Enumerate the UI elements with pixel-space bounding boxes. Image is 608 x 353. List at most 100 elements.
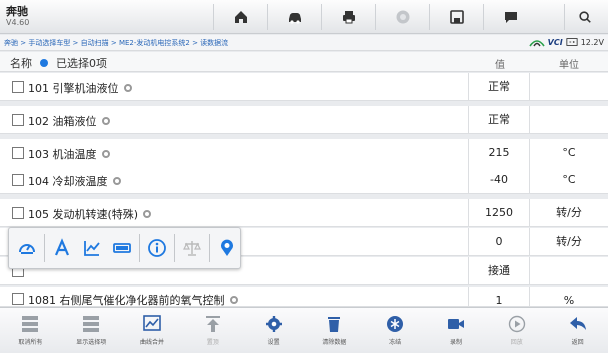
message-button[interactable] (483, 4, 537, 30)
row-name: 102 油箱液位 (28, 115, 97, 128)
grid-icon (22, 316, 39, 332)
vehicle-button[interactable] (267, 4, 321, 30)
gear-icon[interactable] (101, 117, 110, 125)
printer-icon (342, 11, 355, 24)
gear-icon[interactable] (123, 84, 132, 92)
gear-icon[interactable] (143, 210, 152, 218)
table-row[interactable]: 1081 右侧尾气催化净化器前的氧气控制 1 % (0, 287, 608, 307)
select-all-toggle[interactable] (40, 59, 48, 67)
text-mode-button[interactable] (49, 233, 75, 263)
scale-icon (183, 241, 202, 256)
help-icon (396, 10, 409, 24)
row-name: 103 机油温度 (28, 148, 97, 161)
show-selected-button[interactable]: 显示选择项 (61, 308, 122, 353)
battery-voltage: 12.2V (580, 37, 604, 47)
settings-icon (265, 316, 282, 332)
table-row[interactable]: 105 发动机转速(特殊) 1250 转/分 (0, 199, 608, 227)
save-button[interactable] (429, 4, 483, 30)
vci-connection-icon (529, 40, 545, 47)
row-unit: 转/分 (556, 235, 582, 248)
merge-chart-icon (143, 315, 161, 331)
row-value: -40 (468, 166, 530, 194)
pin-top-button[interactable]: 置顶 (182, 308, 243, 353)
search-button[interactable] (564, 4, 604, 30)
cancel-all-button[interactable]: 取消所有 (0, 308, 61, 353)
row-checkbox[interactable] (12, 81, 24, 93)
clear-data-button[interactable]: 清除数据 (304, 308, 365, 353)
row-checkbox[interactable] (12, 293, 24, 305)
print-button[interactable] (321, 4, 375, 30)
info-icon (148, 239, 166, 257)
gear-icon[interactable] (101, 150, 110, 158)
line-graph-icon (84, 241, 100, 256)
row-checkbox[interactable] (12, 147, 24, 159)
table-row[interactable]: 101 引擎机油液位 正常 (0, 73, 608, 101)
info-button[interactable] (144, 233, 170, 263)
vci-label: VCI (547, 37, 563, 47)
row-name: 1081 右侧尾气催化净化器前的氧气控制 (28, 294, 225, 307)
gear-icon[interactable] (229, 296, 238, 304)
row-name: 104 冷却液温度 (28, 175, 108, 188)
help-button[interactable] (375, 4, 429, 30)
app-version: V4.60 (6, 18, 30, 27)
breadcrumb[interactable]: 奔驰 > 手动选择车型 > 自动扫描 > ME2-发动机电控系统2 > 读数据流 (4, 38, 228, 48)
row-value: 1250 (468, 199, 530, 227)
row-value: 正常 (468, 73, 530, 101)
grid-icon (83, 316, 100, 332)
home-button[interactable] (213, 4, 267, 30)
top-toolbar: 奔驰 V4.60 (0, 0, 608, 34)
gauge-icon (19, 244, 36, 254)
row-checkbox[interactable] (12, 114, 24, 126)
save-icon (449, 10, 464, 24)
pin-top-icon (205, 316, 220, 332)
row-checkbox[interactable] (12, 174, 24, 186)
row-value: 1 (468, 287, 530, 307)
row-name: 101 引擎机油液位 (28, 82, 119, 95)
row-value: 0 (468, 228, 530, 256)
car-icon (288, 13, 301, 24)
bar-mode-button[interactable] (109, 233, 135, 263)
home-icon (234, 11, 247, 23)
bottom-toolbar: 取消所有 显示选择项 曲线合并 置顶 设置 清除数据 冻结 录制 回放 返回 (0, 307, 608, 353)
row-unit (534, 73, 604, 101)
location-icon (221, 239, 233, 256)
row-unit: °C (562, 146, 576, 159)
battery-icon (566, 38, 578, 46)
search-icon (578, 11, 591, 23)
row-checkbox[interactable] (12, 207, 24, 219)
back-button[interactable]: 返回 (547, 308, 608, 353)
row-value: 接通 (468, 257, 530, 285)
line-graph-button[interactable] (79, 233, 105, 263)
breadcrumb-bar: 奔驰 > 手动选择车型 > 自动扫描 > ME2-发动机电控系统2 > 读数据流… (0, 35, 608, 51)
freeze-button[interactable]: 冻结 (365, 308, 426, 353)
settings-button[interactable]: 设置 (243, 308, 304, 353)
compare-button[interactable] (179, 233, 205, 263)
record-button[interactable]: 录制 (426, 308, 487, 353)
table-row[interactable]: 102 油箱液位 正常 (0, 106, 608, 134)
play-icon (508, 315, 525, 333)
merge-chart-button[interactable]: 曲线合并 (122, 308, 183, 353)
row-unit: % (563, 294, 575, 307)
header-unit: 单位 (559, 60, 579, 71)
record-icon (447, 319, 464, 329)
header-value: 值 (495, 60, 505, 71)
row-unit: 转/分 (556, 206, 582, 219)
app-title: 奔驰 (6, 5, 28, 18)
row-unit: °C (562, 173, 576, 186)
gear-icon[interactable] (112, 177, 121, 185)
back-icon (569, 317, 586, 330)
message-icon (504, 12, 517, 23)
vci-status: VCI 12.2V (529, 37, 604, 47)
table-row[interactable]: 104 冷却液温度 -40 °C (0, 166, 608, 194)
row-name: 105 发动机转速(特殊) (28, 208, 139, 221)
playback-button[interactable]: 回放 (486, 308, 547, 353)
bar-icon (113, 243, 132, 253)
row-unit (534, 106, 604, 134)
location-button[interactable] (214, 233, 240, 263)
freeze-icon (387, 316, 404, 332)
display-mode-popup (8, 227, 241, 269)
gauge-button[interactable] (14, 233, 40, 263)
table-row[interactable]: 103 机油温度 215 °C (0, 139, 608, 167)
text-icon (54, 238, 69, 256)
trash-icon (328, 317, 341, 332)
